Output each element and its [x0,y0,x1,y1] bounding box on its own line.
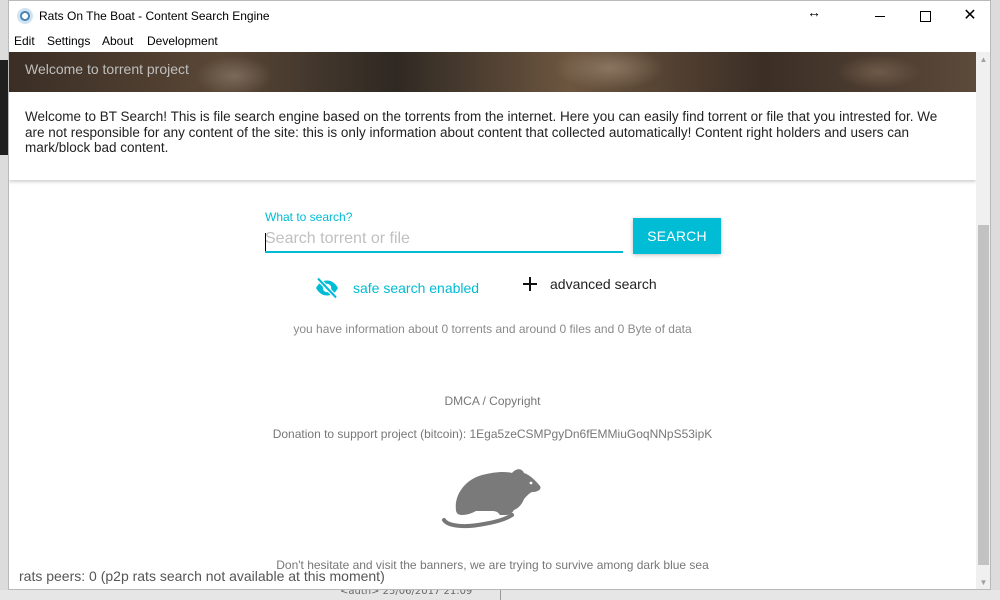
menu-item-development[interactable]: Development [147,34,218,48]
scroll-up-icon[interactable]: ▲ [976,52,990,68]
desktop-divider [500,590,501,600]
menu-bar: Edit Settings About Development [9,31,990,52]
resize-cursor-icon: ↔ [807,4,821,20]
welcome-text: Welcome to BT Search! This is file searc… [25,109,938,156]
scroll-down-icon[interactable]: ▼ [976,575,990,589]
peers-status: rats peers: 0 (p2p rats search not avail… [19,568,385,584]
database-stats: you have information about 0 torrents an… [293,322,692,336]
banner-title: Welcome to torrent project [25,61,189,77]
app-logo-icon [17,8,33,24]
minimize-button[interactable] [857,1,903,31]
app-window: Rats On The Boat - Content Search Engine… [8,0,991,590]
minimize-icon [875,15,885,17]
eye-off-icon [316,276,338,300]
advanced-search-toggle[interactable]: advanced search [522,276,657,292]
search-input[interactable] [265,227,623,253]
vertical-scrollbar[interactable]: ▲ ▼ [976,52,990,589]
search-button[interactable]: SEARCH [633,218,721,254]
maximize-button[interactable] [902,1,948,31]
menu-item-settings[interactable]: Settings [47,34,90,48]
maximize-icon [919,10,931,22]
rat-logo-icon [442,469,541,529]
dmca-link[interactable]: DMCA / Copyright [9,394,976,408]
advanced-search-label: advanced search [550,276,657,292]
donation-text: Donation to support project (bitcoin): 1… [272,427,713,441]
safe-search-toggle[interactable]: safe search enabled [315,276,479,300]
search-label: What to search? [265,210,353,224]
header-banner: Welcome to torrent project [9,52,976,92]
text-caret [265,233,266,251]
scrollbar-thumb[interactable] [978,225,989,565]
safe-search-label: safe search enabled [353,280,480,296]
welcome-card: Welcome to BT Search! This is file searc… [9,92,976,180]
menu-item-about[interactable]: About [102,34,133,48]
close-icon: ✕ [963,7,977,24]
desktop-bottom-strip: <auth> 25/06/2017 21:09 [0,586,1000,600]
menu-item-edit[interactable]: Edit [14,34,35,48]
window-title: Rats On The Boat - Content Search Engine [39,9,270,23]
plus-icon [523,277,537,291]
close-button[interactable]: ✕ [947,1,990,31]
title-bar[interactable]: Rats On The Boat - Content Search Engine… [9,1,990,31]
